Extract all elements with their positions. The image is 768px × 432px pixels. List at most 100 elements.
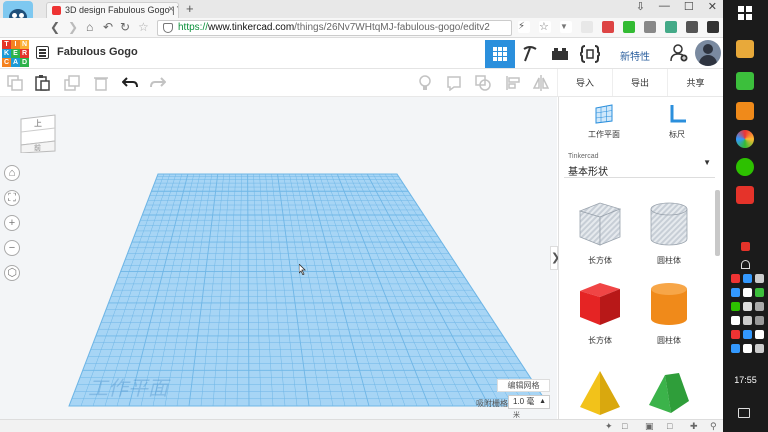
windows-start-icon[interactable] [738, 6, 752, 20]
favorite-icon[interactable]: □ [622, 422, 631, 431]
taskbar-clock[interactable]: 17:55 [723, 375, 768, 385]
app-red-icon[interactable] [736, 186, 754, 204]
reload-icon[interactable]: ↻ [120, 20, 130, 34]
shape-box[interactable]: 长方体 [570, 279, 630, 346]
shape-library-select[interactable]: Tinkercad 基本形状 ▼ [564, 148, 715, 178]
tray-icon-3[interactable] [755, 274, 764, 283]
tray-icon-15[interactable] [731, 344, 740, 353]
redo-icon[interactable] [150, 75, 166, 91]
align-icon[interactable] [505, 75, 521, 91]
wifi-icon[interactable] [741, 260, 750, 269]
tray-icon-11[interactable] [755, 316, 764, 325]
edit-grid-button[interactable]: 编辑网格 [497, 379, 550, 392]
file-explorer-icon[interactable] [736, 40, 754, 58]
design-title[interactable]: Fabulous Gogo [57, 46, 138, 58]
whats-new-link[interactable]: 新特性 [620, 48, 650, 63]
tray-app-icon[interactable] [741, 242, 750, 251]
pin-icon[interactable]: ✦ [605, 422, 614, 431]
chrome-icon[interactable] [736, 130, 754, 148]
camtasia-icon[interactable] [736, 72, 754, 90]
group-icon[interactable] [475, 75, 491, 91]
export-button[interactable]: 导出 [612, 69, 667, 96]
light-bulb-icon[interactable] [417, 75, 433, 91]
3d-viewport[interactable]: 上 前 ⌂ ⛶ + − ⬡ 工作平面 编辑网格 吸附栅格 1.0 毫 ▲ 米 [0, 97, 557, 419]
duplicate-icon[interactable] [64, 75, 80, 91]
extension-icon-7[interactable] [707, 21, 719, 33]
zoom-out-icon[interactable]: − [4, 240, 20, 256]
minimize-icon[interactable]: — [659, 0, 670, 13]
browser-tab-active[interactable]: 3D design Fabulous Gogo | T × [46, 2, 179, 18]
snap-grid-select[interactable]: 1.0 毫 ▲ [508, 395, 550, 409]
extension-icon-1[interactable] [581, 21, 593, 33]
close-window-icon[interactable]: ✕ [708, 0, 717, 13]
shape-pyramid[interactable] [570, 367, 630, 419]
tray-icon-9[interactable] [755, 302, 764, 311]
tray-icon-4[interactable] [731, 288, 740, 297]
panel-collapse-handle[interactable]: ❯ [550, 246, 560, 270]
close-tab-icon[interactable]: × [168, 4, 174, 15]
url-input[interactable]: https://www.tinkercad.com/things/26Nv7WH… [157, 20, 512, 36]
shape-note-icon[interactable] [446, 75, 462, 91]
home-icon[interactable]: ⌂ [86, 20, 93, 34]
tray-icon-14[interactable] [755, 330, 764, 339]
search-icon[interactable]: ⚲ [710, 422, 719, 431]
tray-icon-12[interactable] [731, 330, 740, 339]
bricks-view-button[interactable] [545, 40, 575, 68]
tray-icon-8[interactable] [743, 302, 752, 311]
dropdown-icon[interactable]: ▼ [560, 21, 572, 33]
tray-icon-10[interactable] [731, 316, 740, 325]
tray-icon-13[interactable] [743, 330, 752, 339]
tray-icon-5[interactable] [743, 288, 752, 297]
codeblocks-view-button[interactable] [575, 40, 605, 68]
lightning-icon[interactable]: ⚡ [518, 21, 530, 33]
paste-icon[interactable] [34, 75, 50, 91]
notification-icon[interactable] [738, 408, 750, 418]
zoom-in-icon[interactable]: + [4, 215, 20, 231]
undo-nav-icon[interactable]: ↶ [103, 20, 113, 34]
new-tab-button[interactable]: + [186, 1, 194, 16]
tray-icon-2[interactable] [743, 274, 752, 283]
tinkercad-logo[interactable]: T I N K E R C A D [2, 40, 29, 67]
forward-icon[interactable]: ❯ [68, 20, 78, 34]
undo-icon[interactable] [122, 75, 138, 91]
app-orange-icon[interactable] [736, 102, 754, 120]
view-cube[interactable]: 上 前 [19, 113, 57, 153]
workplane-grid[interactable] [0, 97, 557, 419]
tray-icon-16[interactable] [743, 344, 752, 353]
shape-cylinder[interactable]: 圆柱体 [639, 279, 699, 346]
star-icon[interactable]: ☆ [539, 21, 551, 33]
tray-icon-6[interactable] [755, 288, 764, 297]
speaker-icon[interactable] [743, 316, 752, 325]
mirror-icon[interactable] [533, 75, 549, 91]
delete-icon[interactable] [93, 75, 109, 91]
tray-icon-1[interactable] [731, 274, 740, 283]
blocks-view-button[interactable] [515, 40, 545, 68]
extension-icon-3[interactable] [623, 21, 635, 33]
home-view-icon[interactable]: ⌂ [4, 165, 20, 181]
perspective-icon[interactable]: ⬡ [4, 265, 20, 281]
tray-icon-7[interactable] [731, 302, 740, 311]
extension-icon-4[interactable] [644, 21, 656, 33]
shapes-panel-scrollbar[interactable] [715, 190, 720, 256]
back-icon[interactable]: ❮ [50, 20, 60, 34]
extension-icon-6[interactable] [686, 21, 698, 33]
ruler-tool[interactable]: 标尺 [647, 103, 707, 140]
shape-roof[interactable] [639, 367, 699, 419]
tray-icon-17[interactable] [755, 344, 764, 353]
trash-icon[interactable]: ▣ [645, 422, 654, 431]
maximize-icon[interactable]: ☐ [684, 0, 694, 13]
share-button[interactable]: 共享 [667, 69, 723, 96]
bookmark-icon[interactable]: ☆ [138, 20, 149, 34]
shape-cylinder-hole[interactable]: 圆柱体 [639, 199, 699, 266]
extension-icon-2[interactable] [602, 21, 614, 33]
fit-view-icon[interactable]: ⛶ [4, 190, 20, 206]
wechat-icon[interactable] [736, 158, 754, 176]
shape-box-hole[interactable]: 长方体 [570, 199, 630, 266]
window-download-icon[interactable]: ⇩ [636, 0, 645, 13]
chat-icon[interactable]: □ [667, 422, 676, 431]
user-avatar[interactable] [695, 40, 721, 66]
copy-icon[interactable] [7, 75, 23, 91]
extension-icon-5[interactable] [665, 21, 677, 33]
add-user-icon[interactable] [670, 44, 688, 62]
import-button[interactable]: 导入 [557, 69, 612, 96]
